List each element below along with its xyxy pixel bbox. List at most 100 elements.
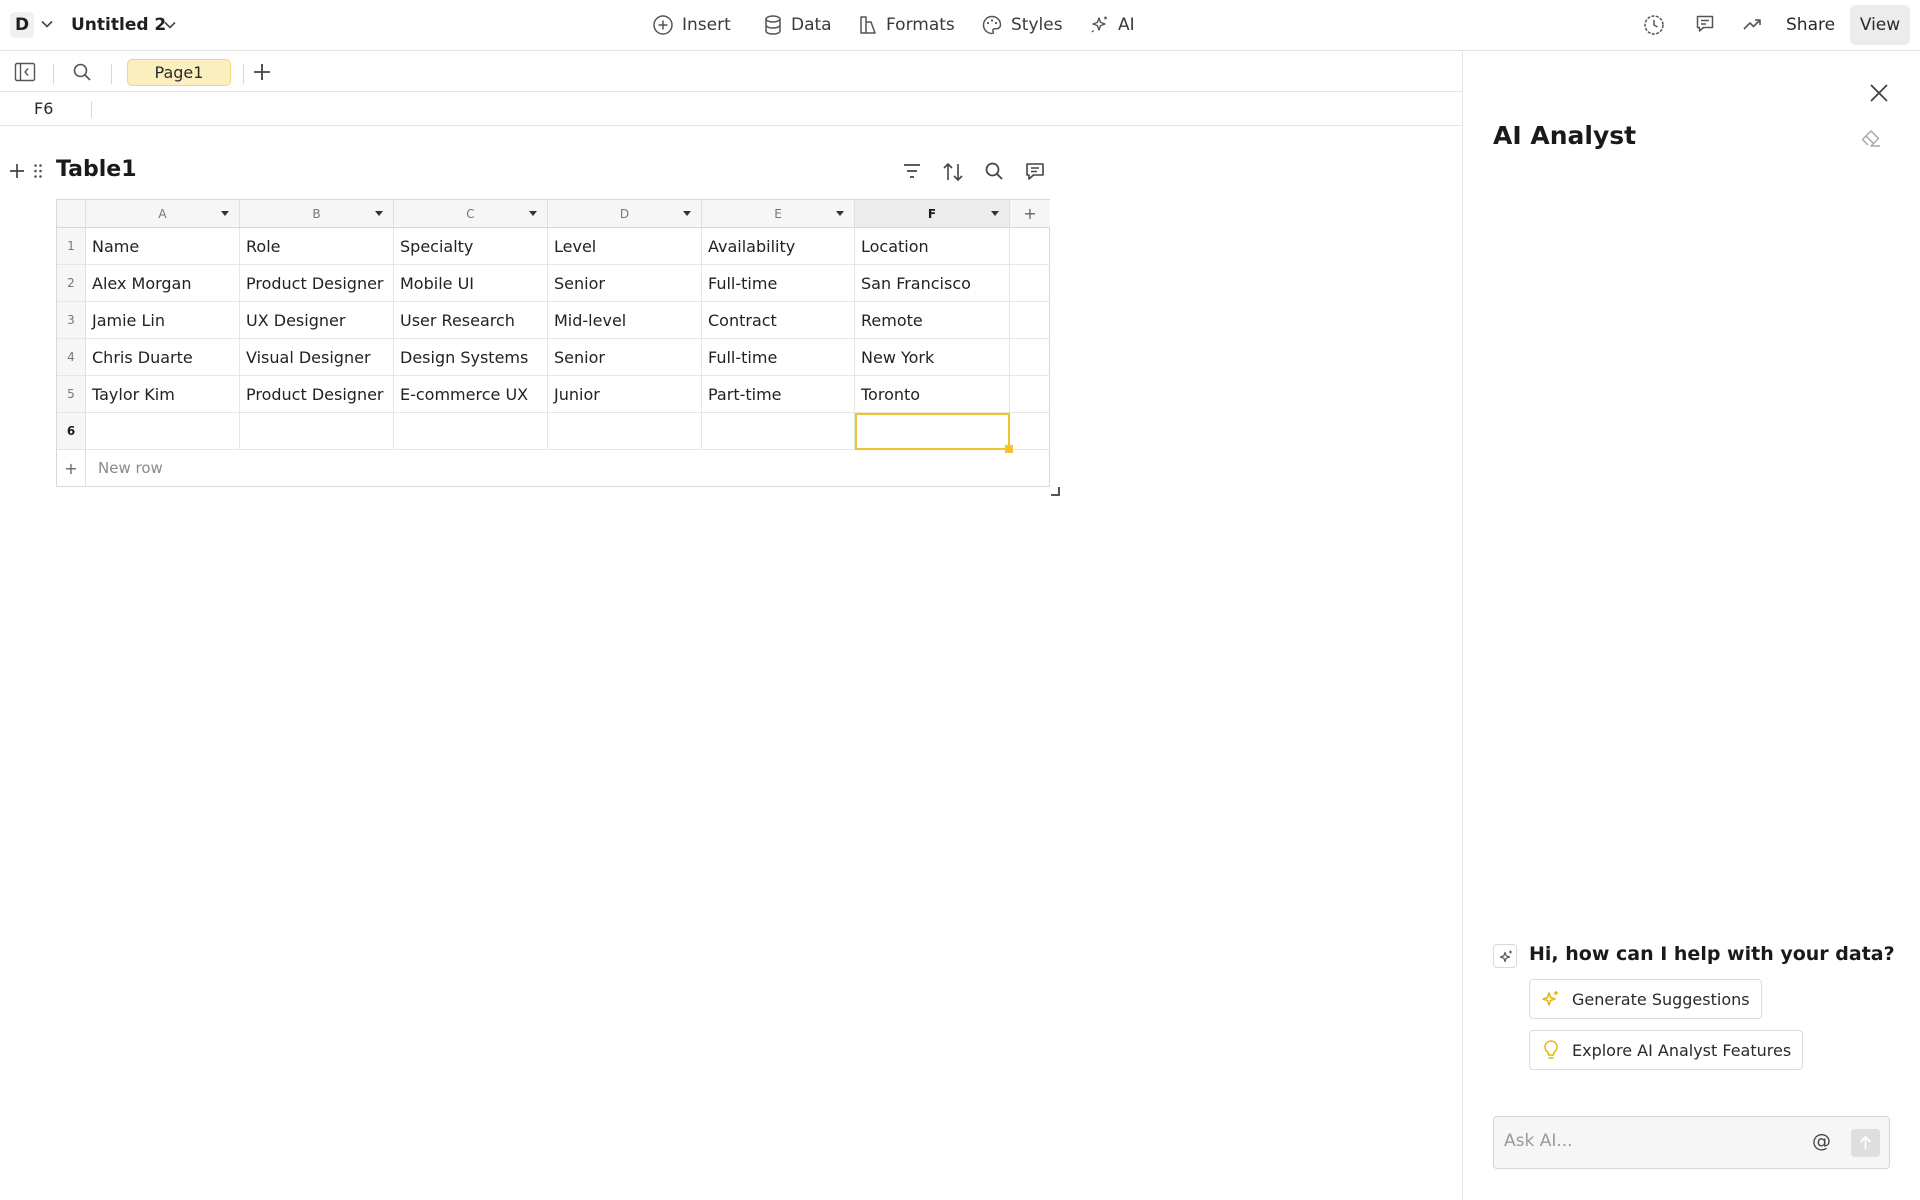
row-header[interactable]: 5 [57, 376, 86, 413]
column-menu-caret-icon[interactable] [529, 211, 537, 216]
table-resize-handle[interactable] [1051, 487, 1060, 496]
table-cell[interactable]: Jamie Lin [86, 302, 240, 339]
table-cell[interactable]: Name [86, 228, 240, 265]
table-cell[interactable]: Level [548, 228, 702, 265]
chevron-down-icon[interactable] [40, 17, 54, 31]
data-menu[interactable]: Data [763, 12, 832, 38]
mention-button[interactable]: @ [1812, 1130, 1831, 1152]
table-cell[interactable]: Full-time [702, 265, 855, 302]
new-row-button[interactable]: New row [98, 450, 163, 487]
view-button[interactable]: View [1850, 5, 1910, 45]
table-cell[interactable] [394, 413, 548, 450]
table-cell-empty[interactable] [1010, 302, 1050, 339]
workspace-badge[interactable]: D [10, 12, 34, 38]
column-header-a[interactable]: A [86, 200, 240, 228]
table-cell[interactable]: Toronto [855, 376, 1010, 413]
table-cell[interactable]: Chris Duarte [86, 339, 240, 376]
column-menu-caret-icon[interactable] [991, 211, 999, 216]
explore-features-button[interactable]: Explore AI Analyst Features [1529, 1030, 1804, 1070]
table-cell[interactable]: Mobile UI [394, 265, 548, 302]
ai-menu[interactable]: AI [1090, 12, 1135, 38]
table-cell-empty[interactable] [1010, 413, 1050, 450]
share-button[interactable]: Share [1786, 12, 1835, 38]
history-icon[interactable] [1642, 13, 1666, 37]
column-menu-caret-icon[interactable] [375, 211, 383, 216]
table-cell[interactable]: Specialty [394, 228, 548, 265]
document-title[interactable]: Untitled 2 [71, 12, 166, 38]
column-header-f[interactable]: F [855, 200, 1010, 228]
table-cell[interactable]: Product Designer [240, 265, 394, 302]
column-header-d[interactable]: D [548, 200, 702, 228]
table-cell[interactable]: Junior [548, 376, 702, 413]
table-cell[interactable]: Taylor Kim [86, 376, 240, 413]
row-header[interactable]: 4 [57, 339, 86, 376]
table-cell[interactable]: New York [855, 339, 1010, 376]
table-cell-empty[interactable] [1010, 376, 1050, 413]
add-column-button[interactable]: + [1010, 200, 1050, 228]
comment-icon[interactable] [1024, 161, 1046, 183]
table-cell[interactable]: Product Designer [240, 376, 394, 413]
table-cell[interactable]: Role [240, 228, 394, 265]
table-cell[interactable]: Remote [855, 302, 1010, 339]
add-block-icon[interactable] [9, 163, 25, 179]
close-icon[interactable] [1868, 82, 1890, 104]
drag-handle-icon[interactable] [33, 163, 43, 179]
table-cell[interactable]: Design Systems [394, 339, 548, 376]
table-cell[interactable] [548, 413, 702, 450]
eraser-icon[interactable] [1860, 128, 1882, 148]
table-cell-empty[interactable] [1010, 228, 1050, 265]
table-cell[interactable]: E-commerce UX [394, 376, 548, 413]
search-icon[interactable] [72, 62, 92, 82]
column-menu-caret-icon[interactable] [836, 211, 844, 216]
table-cell[interactable] [86, 413, 240, 450]
table-cell[interactable]: Availability [702, 228, 855, 265]
chevron-down-icon[interactable] [163, 18, 177, 32]
insert-menu[interactable]: Insert [652, 12, 731, 38]
sidebar-toggle-icon[interactable] [14, 62, 36, 82]
grid-corner[interactable] [57, 200, 86, 228]
table-cell[interactable]: Visual Designer [240, 339, 394, 376]
table-cell[interactable]: Mid-level [548, 302, 702, 339]
formats-menu[interactable]: Formats [858, 12, 955, 38]
trend-arrow-icon[interactable] [1741, 13, 1763, 35]
table-cell[interactable]: Senior [548, 265, 702, 302]
column-menu-caret-icon[interactable] [683, 211, 691, 216]
row-header[interactable]: 1 [57, 228, 86, 265]
sort-icon[interactable] [941, 161, 965, 183]
table-cell[interactable]: UX Designer [240, 302, 394, 339]
column-header-c[interactable]: C [394, 200, 548, 228]
table-cell[interactable] [240, 413, 394, 450]
table-cell[interactable]: San Francisco [855, 265, 1010, 302]
comment-icon[interactable] [1694, 13, 1716, 35]
cell-reference[interactable]: F6 [34, 99, 53, 118]
table-cell-empty[interactable] [1010, 339, 1050, 376]
row-header[interactable]: 2 [57, 265, 86, 302]
table-cell[interactable]: Part-time [702, 376, 855, 413]
table-cell[interactable]: Full-time [702, 339, 855, 376]
column-header-e[interactable]: E [702, 200, 855, 228]
table-cell[interactable]: User Research [394, 302, 548, 339]
table-cell[interactable] [702, 413, 855, 450]
styles-menu[interactable]: Styles [981, 12, 1063, 38]
chip-label: Explore AI Analyst Features [1572, 1040, 1792, 1060]
filter-icon[interactable] [902, 161, 922, 181]
table-cell[interactable]: Senior [548, 339, 702, 376]
new-row-plus[interactable]: + [57, 450, 86, 487]
table-cell[interactable]: Contract [702, 302, 855, 339]
row-header[interactable]: 3 [57, 302, 86, 339]
add-page-icon[interactable] [252, 62, 272, 82]
table-cell-empty[interactable] [1010, 265, 1050, 302]
column-header-b[interactable]: B [240, 200, 394, 228]
tab-page1[interactable]: Page1 [127, 59, 231, 86]
column-menu-caret-icon[interactable] [221, 211, 229, 216]
palette-icon [982, 15, 1002, 35]
fill-handle[interactable] [1005, 445, 1013, 453]
search-icon[interactable] [984, 161, 1004, 181]
generate-suggestions-button[interactable]: Generate Suggestions [1529, 979, 1762, 1019]
table-cell[interactable]: Alex Morgan [86, 265, 240, 302]
table-cell[interactable]: Location [855, 228, 1010, 265]
table-title[interactable]: Table1 [56, 157, 137, 182]
row-header[interactable]: 6 [57, 413, 86, 450]
send-button[interactable] [1851, 1129, 1880, 1157]
ask-ai-input[interactable] [1504, 1131, 1804, 1151]
